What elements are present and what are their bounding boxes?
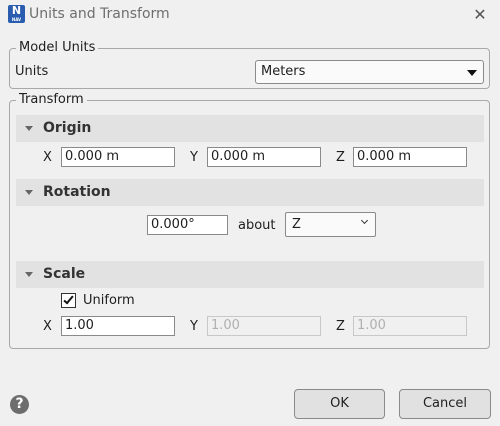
origin-z-label: Z: [336, 150, 345, 165]
origin-section-label: Origin: [43, 120, 92, 136]
units-dropdown[interactable]: Meters: [255, 60, 484, 84]
uniform-label[interactable]: Uniform: [83, 293, 135, 308]
model-units-group-title: Model Units: [16, 40, 99, 56]
origin-section-header[interactable]: Origin: [16, 115, 484, 142]
origin-x-label: X: [43, 150, 52, 165]
origin-z-input[interactable]: 0.000 m: [353, 147, 467, 167]
scale-z-label: Z: [336, 319, 345, 334]
origin-x-input[interactable]: 0.000 m: [61, 147, 175, 167]
app-icon-subtext: NAV: [11, 17, 22, 22]
collapse-triangle-icon: [25, 272, 33, 277]
window-title: Units and Transform: [29, 6, 170, 22]
scale-section-header[interactable]: Scale: [16, 261, 484, 288]
scale-z-input: 1.00: [353, 316, 467, 336]
help-icon[interactable]: ?: [10, 395, 29, 414]
dropdown-arrow-icon: [467, 70, 477, 76]
uniform-checkbox[interactable]: [61, 293, 76, 308]
rotation-about-label: about: [238, 218, 276, 233]
rotation-angle-input[interactable]: 0.000°: [147, 215, 228, 235]
app-icon-letter: N: [11, 4, 22, 17]
scale-section-label: Scale: [43, 266, 86, 282]
scale-y-label: Y: [190, 319, 198, 334]
rotation-axis-dropdown[interactable]: Z: [285, 212, 376, 237]
checkmark-icon: [63, 293, 74, 305]
origin-y-input[interactable]: 0.000 m: [207, 147, 321, 167]
title-bar: N NAV Units and Transform ✕: [0, 0, 500, 30]
scale-x-label: X: [43, 319, 52, 334]
ok-button[interactable]: OK: [294, 389, 385, 419]
origin-y-label: Y: [190, 150, 198, 165]
chevron-down-icon: [360, 216, 369, 225]
collapse-triangle-icon: [25, 190, 33, 195]
rotation-section-header[interactable]: Rotation: [16, 179, 484, 206]
rotation-axis-value: Z: [292, 217, 301, 232]
cancel-button[interactable]: Cancel: [399, 389, 491, 419]
scale-y-input: 1.00: [207, 316, 321, 336]
rotation-section-label: Rotation: [43, 184, 111, 200]
collapse-triangle-icon: [25, 126, 33, 131]
units-label: Units: [15, 64, 49, 79]
app-icon: N NAV: [8, 5, 25, 23]
units-dropdown-value: Meters: [261, 64, 306, 79]
scale-x-input[interactable]: 1.00: [61, 316, 175, 336]
transform-group-title: Transform: [16, 92, 87, 108]
close-icon[interactable]: ✕: [470, 5, 490, 25]
